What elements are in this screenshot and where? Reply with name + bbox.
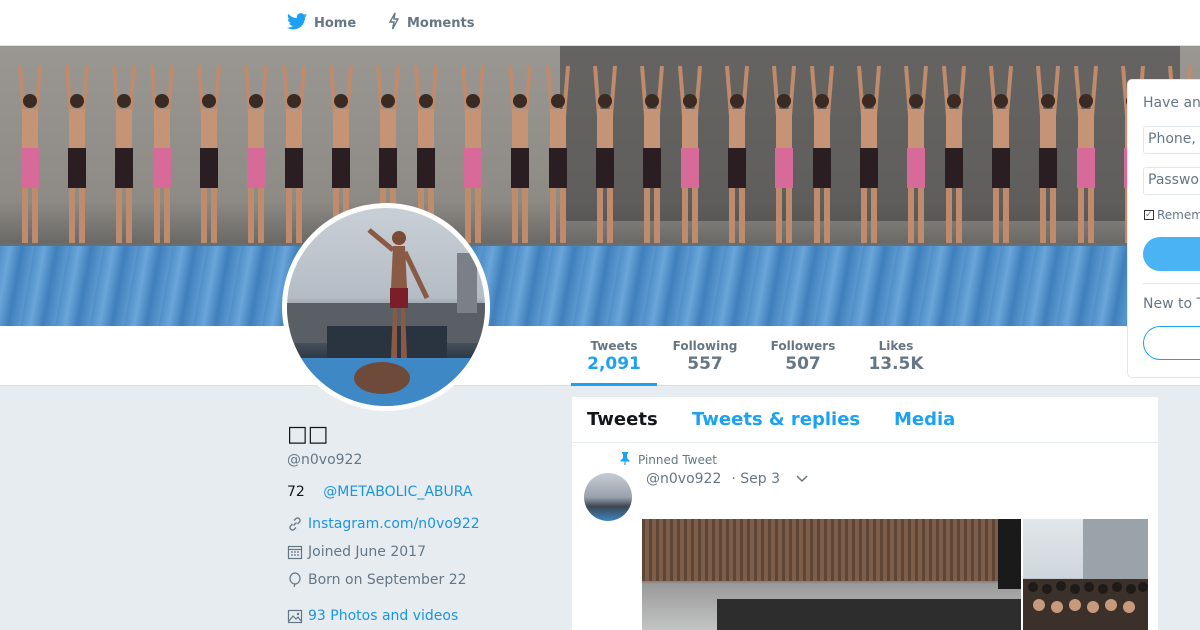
lightning-icon — [388, 12, 400, 34]
banner-swimmer-figure — [593, 65, 617, 243]
banner-swimmer-figure — [725, 65, 749, 243]
profile-bio: 72 @METABOLIC_ABURA — [287, 484, 557, 500]
tab-tweets[interactable]: Tweets — [587, 397, 658, 443]
calendar-icon — [287, 544, 303, 560]
stat-tweets-label: Tweets — [590, 339, 638, 353]
banner-swimmer-figure — [65, 65, 89, 243]
profile-avatar[interactable] — [282, 203, 490, 411]
banner-swimmer-figure — [282, 65, 306, 243]
avatar-photo — [287, 228, 485, 406]
signup-button[interactable] — [1143, 326, 1200, 360]
tweet-header: @n0vo922 · Sep 3 — [646, 471, 808, 487]
banner-swimmer-figure — [904, 65, 928, 243]
banner-swimmer-figure — [112, 65, 136, 243]
login-panel: Have an Phone, Passwor ✓ Remem New to T — [1127, 79, 1200, 378]
profile-birthday: Born on September 22 — [287, 570, 557, 590]
stat-following-value: 557 — [687, 354, 723, 374]
banner-swimmer-figure — [640, 65, 664, 243]
twitter-bird-icon — [287, 12, 307, 34]
banner-swimmer-figure — [942, 65, 966, 243]
banner-swimmer-figure — [546, 65, 570, 243]
banner-swimmer-figure — [989, 65, 1013, 243]
stat-likes-label: Likes — [878, 339, 914, 353]
login-button[interactable] — [1143, 237, 1200, 271]
media-pole — [998, 519, 1021, 589]
banner-swimmer-figure — [678, 65, 702, 243]
tweet-media-image-1[interactable] — [642, 519, 1021, 630]
nav-moments-label: Moments — [407, 15, 475, 31]
banner-swimmer-figure — [810, 65, 834, 243]
nav-home-label: Home — [314, 15, 357, 31]
pinned-text: Pinned Tweet — [638, 453, 717, 467]
phone-input[interactable]: Phone, — [1143, 126, 1200, 154]
media-banner — [717, 599, 1021, 630]
stat-followers-label: Followers — [770, 339, 836, 353]
timeline-tabs: Tweets Tweets & replies Media — [572, 397, 1158, 443]
tweet-date[interactable]: · Sep 3 — [731, 471, 780, 487]
pin-icon — [620, 452, 630, 468]
tweet-avatar[interactable] — [584, 473, 632, 521]
banner-swimmer-figure — [244, 65, 268, 243]
divider — [1143, 283, 1200, 284]
banner-swimmer-figure — [1074, 65, 1098, 243]
nav-moments[interactable]: Moments — [388, 0, 474, 46]
remember-checkbox[interactable]: ✓ — [1144, 210, 1154, 220]
bio-number: 72 — [287, 484, 305, 500]
banner-swimmer-figure — [772, 65, 796, 243]
joined-text: Joined June 2017 — [308, 544, 426, 560]
stat-tweets-value: 2,091 — [587, 354, 641, 374]
balloon-icon — [287, 572, 303, 588]
pinned-tweet-label: Pinned Tweet — [620, 452, 717, 468]
media-slats — [642, 519, 1021, 581]
banner-swimmer-figure — [508, 65, 532, 243]
birthday-text: Born on September 22 — [308, 572, 467, 588]
banner-swimmer-figure — [197, 65, 221, 243]
chevron-down-icon[interactable] — [796, 472, 808, 486]
website-link[interactable]: Instagram.com/n0vo922 — [308, 516, 480, 532]
password-input[interactable]: Passwor — [1143, 167, 1200, 195]
nav-home[interactable]: Home — [287, 0, 356, 46]
stat-likes-value: 13.5K — [868, 354, 924, 374]
link-icon — [287, 516, 303, 532]
photos-link[interactable]: 93 Photos and videos — [308, 608, 458, 624]
stat-likes[interactable]: Likes 13.5K — [864, 326, 928, 386]
profile-banner — [0, 46, 1200, 326]
media-crowd — [1023, 519, 1148, 630]
timeline: Tweets Tweets & replies Media Pinned Twe… — [572, 397, 1158, 630]
tab-media[interactable]: Media — [894, 397, 955, 443]
banner-swimmer-figure — [1036, 65, 1060, 243]
top-nav: Home Moments — [0, 0, 1200, 46]
new-to-twitter-text: New to T — [1143, 296, 1200, 312]
stat-following-label: Following — [672, 339, 738, 353]
stat-followers-value: 507 — [785, 354, 821, 374]
banner-swimmers — [18, 65, 1192, 243]
banner-swimmer-figure — [150, 65, 174, 243]
stat-following[interactable]: Following 557 — [668, 326, 742, 386]
stat-tweets[interactable]: Tweets 2,091 — [571, 326, 657, 386]
bio-mention-link[interactable]: @METABOLIC_ABURA — [323, 484, 472, 500]
profile-joined: Joined June 2017 — [287, 542, 557, 562]
tweet-handle[interactable]: @n0vo922 — [646, 471, 721, 487]
banner-pool-water — [0, 246, 1200, 326]
profile-handle[interactable]: @n0vo922 — [287, 452, 557, 468]
banner-swimmer-figure — [857, 65, 881, 243]
tab-tweets-replies[interactable]: Tweets & replies — [692, 397, 860, 443]
profile-stats-bar: Tweets 2,091 Following 557 Followers 507… — [0, 326, 1200, 386]
have-account-text: Have an — [1143, 95, 1200, 111]
banner-swimmer-figure — [18, 65, 42, 243]
tweet-media-image-2[interactable] — [1023, 519, 1148, 630]
profile-website: Instagram.com/n0vo922 — [287, 514, 557, 534]
remember-me[interactable]: ✓ Remem — [1144, 208, 1200, 222]
banner-swimmer-figure — [461, 65, 485, 243]
remember-label: Remem — [1157, 208, 1200, 222]
profile-name: □□ — [287, 422, 329, 447]
profile-info: □□ @n0vo922 72 @METABOLIC_ABURA Instagra… — [287, 420, 557, 626]
image-icon — [287, 608, 303, 624]
stat-followers[interactable]: Followers 507 — [766, 326, 840, 386]
profile-photos: 93 Photos and videos — [287, 606, 557, 626]
